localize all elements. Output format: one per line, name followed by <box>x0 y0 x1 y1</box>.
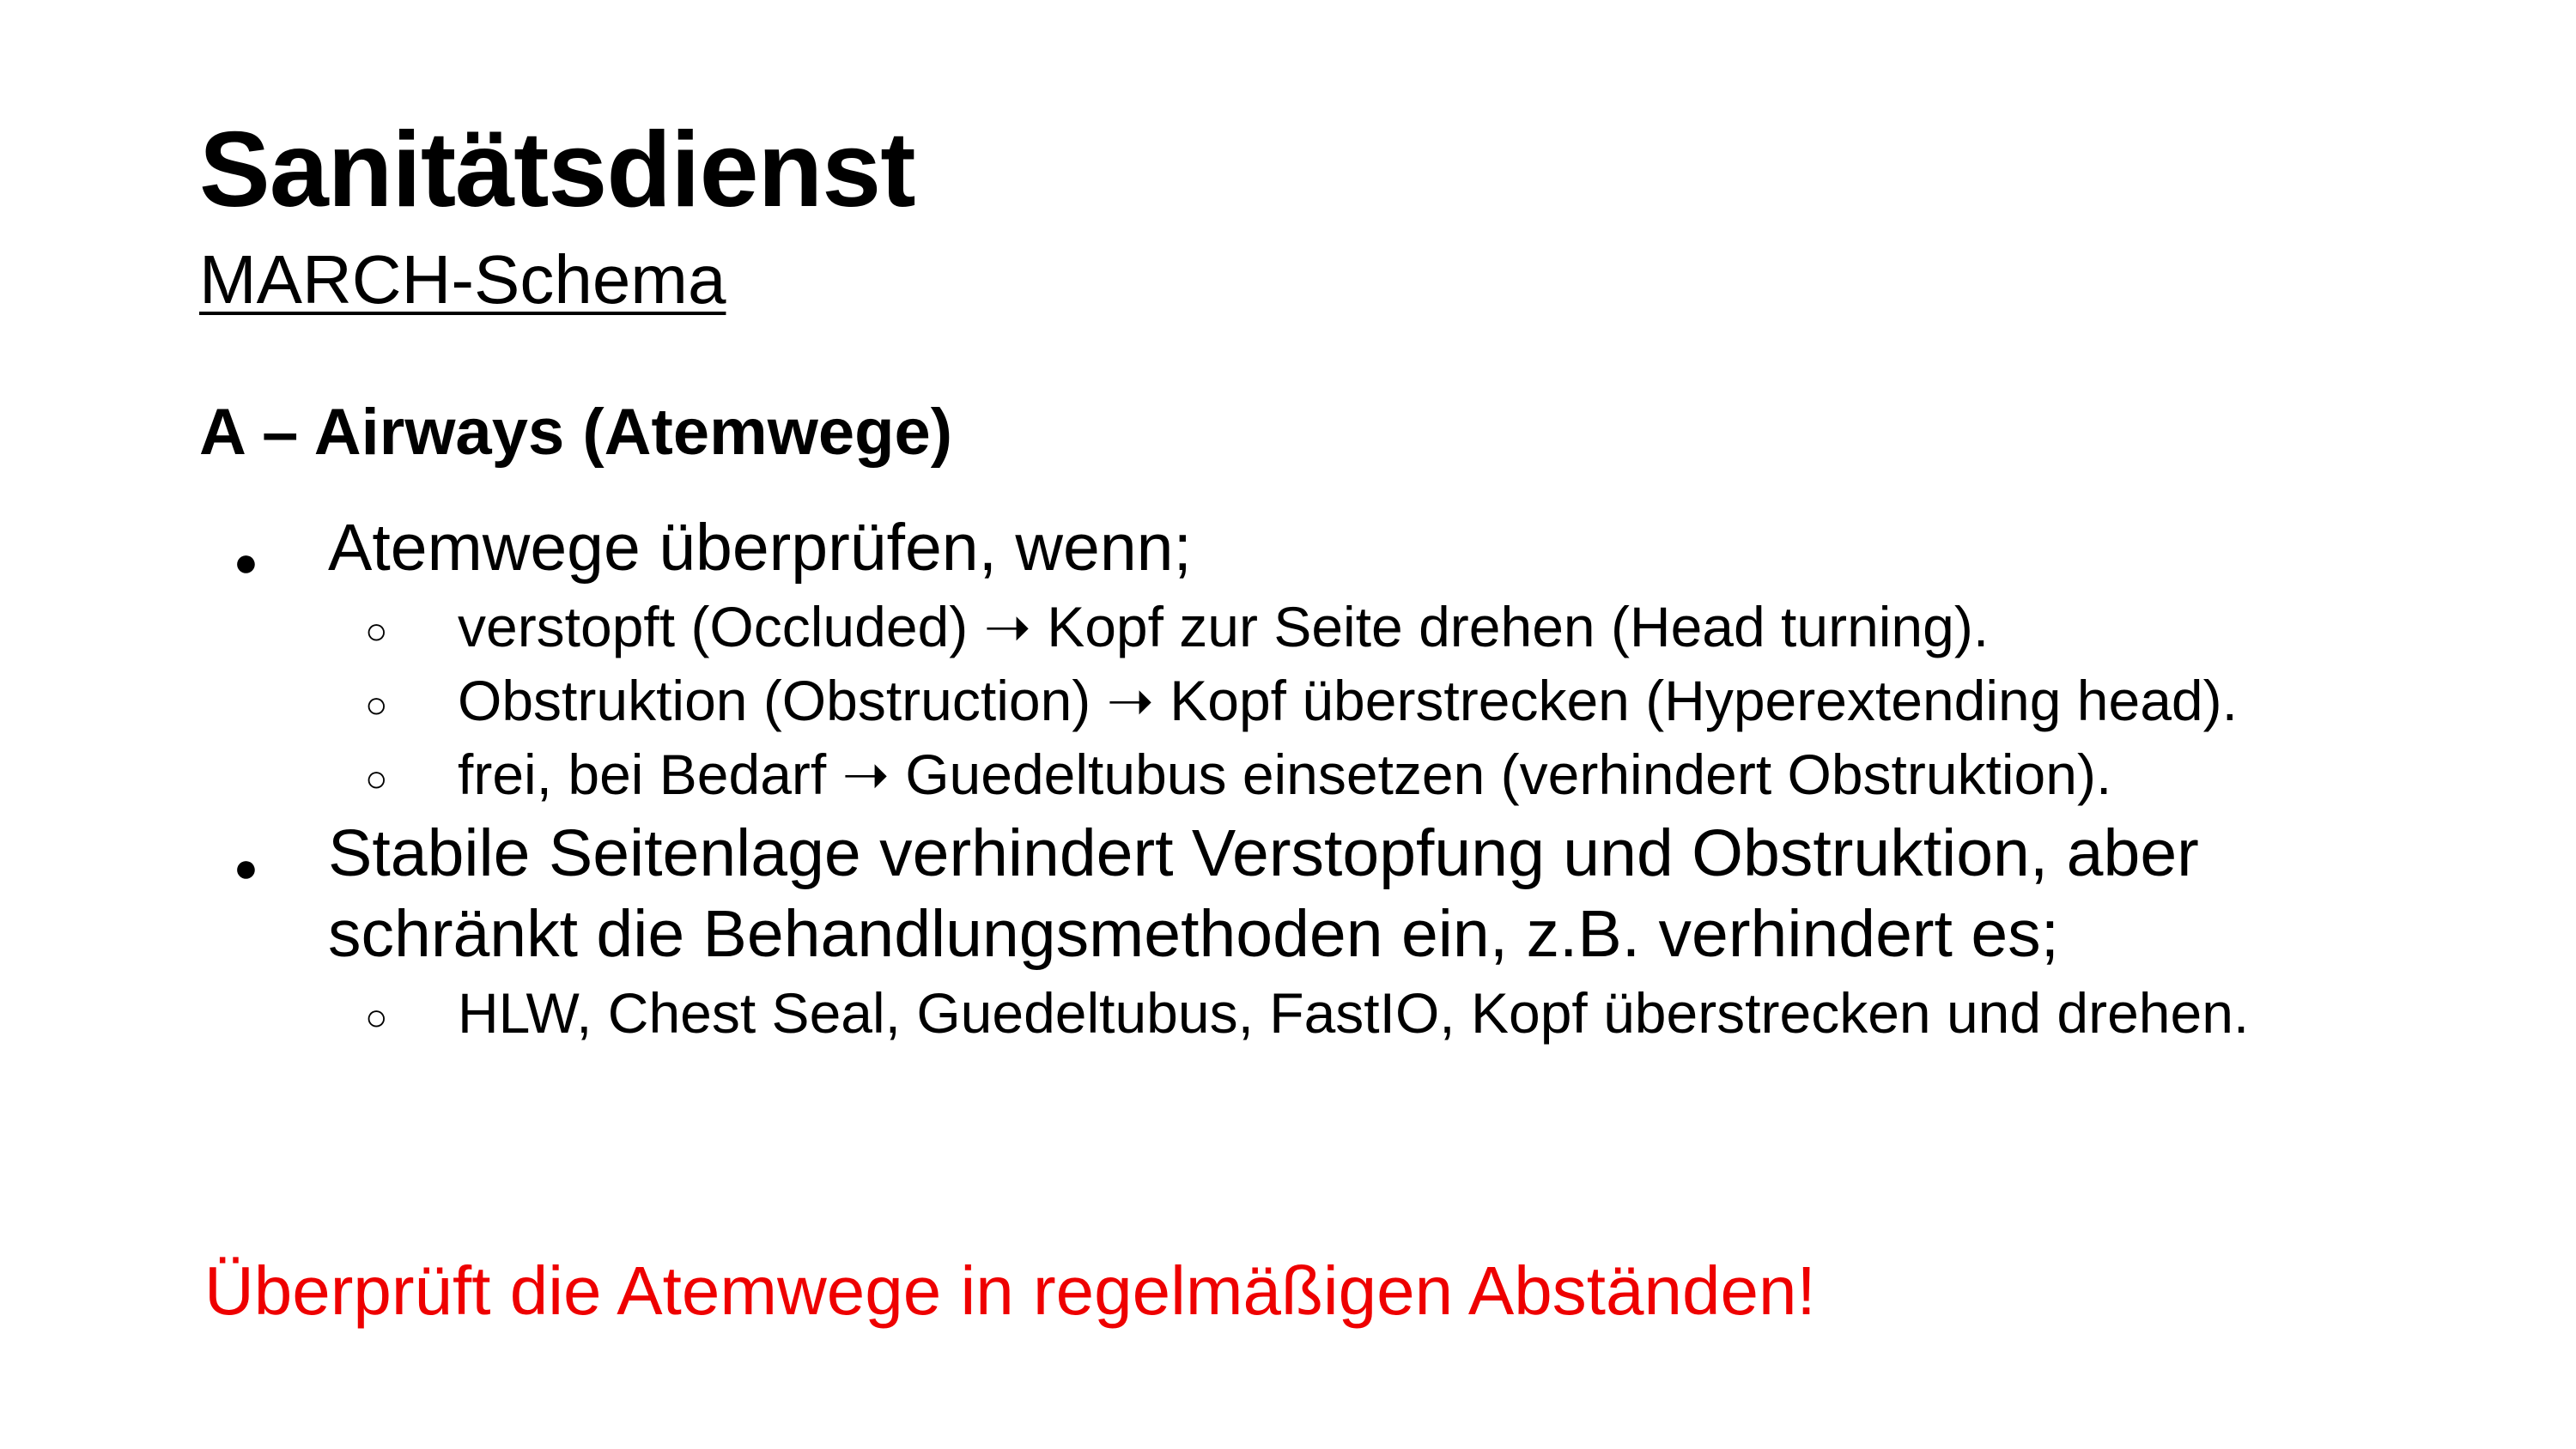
sub-list-item-text: Obstruktion (Obstruction) ➝ Kopf überstr… <box>458 669 2238 732</box>
sub-bullet-circle-icon: ○ <box>365 758 388 800</box>
list-item-text-line: Stabile Seitenlage verhindert Verstopfun… <box>328 816 2199 890</box>
sub-list-item-text: frei, bei Bedarf ➝ Guedeltubus einsetzen… <box>458 743 2112 806</box>
list-item-text: Atemwege überprüfen, wenn; <box>328 511 1192 585</box>
section-heading: A – Airways (Atemwege) <box>199 396 953 469</box>
slide-subtitle: MARCH-Schema <box>199 241 726 318</box>
sub-bullet-circle-icon: ○ <box>365 684 388 726</box>
sub-list-item-text: HLW, Chest Seal, Guedeltubus, FastIO, Ko… <box>458 981 2250 1045</box>
bullet-dot-icon: ● <box>234 846 258 891</box>
sub-bullet-circle-icon: ○ <box>365 997 388 1039</box>
warning-note: Überprüft die Atemwege in regelmäßigen A… <box>204 1252 1816 1329</box>
bullet-dot-icon: ● <box>234 540 258 585</box>
sub-bullet-circle-icon: ○ <box>365 610 388 652</box>
list-item-text-line: schränkt die Behandlungsmethoden ein, z.… <box>328 897 2060 971</box>
slide-title: Sanitätsdienst <box>199 111 916 229</box>
slide: Sanitätsdienst MARCH-Schema A – Airways … <box>0 0 2576 1449</box>
sub-list-item-text: verstopft (Occluded) ➝ Kopf zur Seite dr… <box>458 595 1990 658</box>
